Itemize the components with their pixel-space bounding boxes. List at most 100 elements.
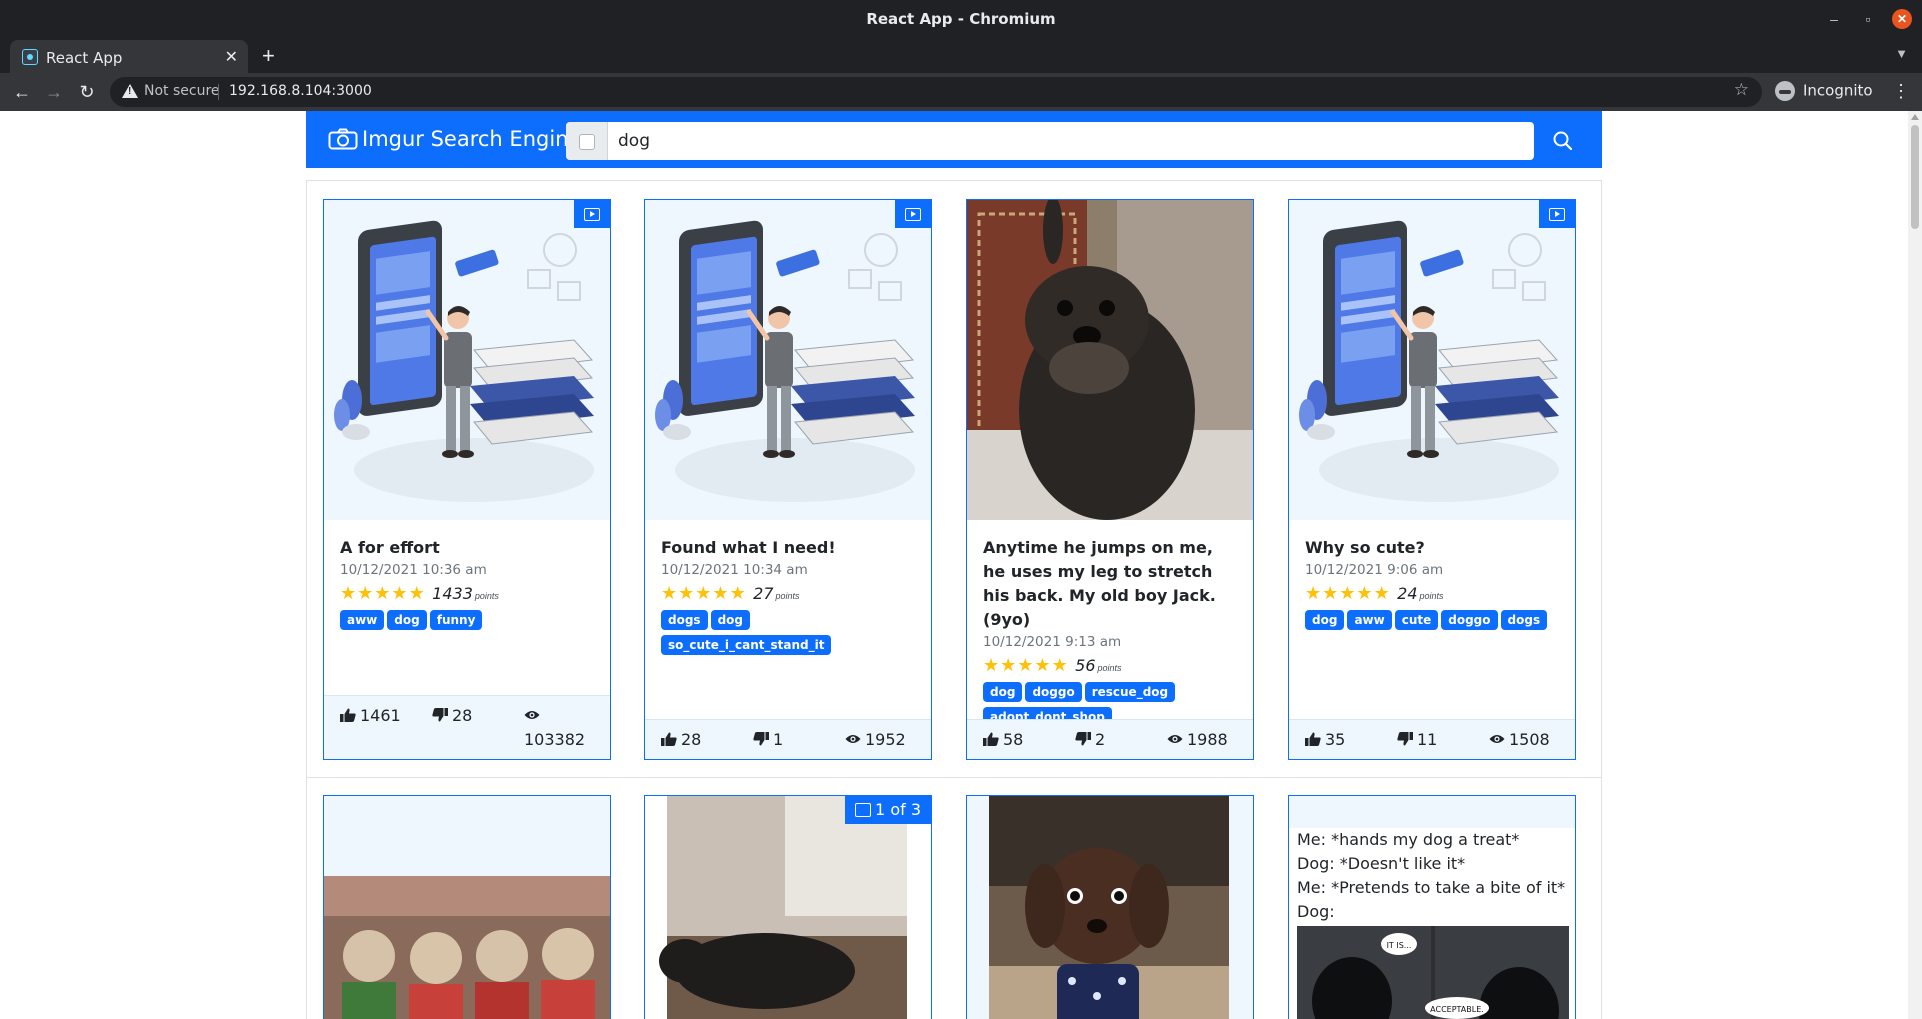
thumbs-down-icon <box>1397 732 1413 746</box>
card-media[interactable] <box>324 796 610 1019</box>
star-icon: ★ <box>1034 655 1051 675</box>
tag-badge[interactable]: dog <box>983 682 1023 702</box>
new-tab-icon[interactable]: + <box>262 43 275 69</box>
tag-badge[interactable]: dogs <box>661 610 708 630</box>
points-value: 27 <box>753 584 774 603</box>
star-icon: ★ <box>1000 655 1017 675</box>
bookmark-star-icon[interactable]: ☆ <box>1734 81 1749 99</box>
tab-title: React App <box>46 49 123 67</box>
video-icon <box>1539 200 1575 228</box>
page-scrollbar[interactable] <box>1908 111 1922 1019</box>
results-container: A for effort 10/12/2021 10:36 am ★★★★★ 1… <box>306 180 1602 1019</box>
reload-icon[interactable]: ↻ <box>76 81 98 103</box>
tag-badge[interactable]: so_cute_i_cant_stand_it <box>661 635 832 655</box>
card-media[interactable]: 1 of 3 <box>645 796 931 1019</box>
maximize-icon[interactable]: ▫ <box>1858 9 1878 29</box>
card-media[interactable]: Me: *hands my dog a treat* Dog: *Doesn't… <box>1289 796 1575 1019</box>
vader-comic-image: IT IS... ACCEPTABLE. <box>1297 926 1569 1019</box>
scroll-up-icon[interactable] <box>1911 114 1919 120</box>
result-card[interactable]: Anytime he jumps on me, he uses my leg t… <box>966 199 1254 760</box>
card-body: Found what I need! 10/12/2021 10:34 am ★… <box>661 536 917 660</box>
points-label: points <box>775 591 800 601</box>
tag-badge[interactable]: aww <box>340 610 385 630</box>
tag-badge[interactable]: rescue_dog <box>1084 682 1176 702</box>
result-card[interactable]: Why so cute? 10/12/2021 9:06 am ★★★★★ 24… <box>1288 199 1576 760</box>
close-tab-icon[interactable]: ✕ <box>225 47 238 67</box>
placeholder-illustration <box>1289 200 1575 520</box>
search-option-checkbox[interactable] <box>579 134 595 150</box>
card-rating: ★★★★★ 24 points <box>1305 584 1561 604</box>
result-card[interactable] <box>323 795 611 1019</box>
card-title[interactable]: Why so cute? <box>1305 536 1561 560</box>
comic-bubble-text: IT IS... <box>1387 941 1412 950</box>
card-date: 10/12/2021 9:13 am <box>983 634 1122 650</box>
search-icon[interactable] <box>1548 126 1578 156</box>
star-icon: ★ <box>1322 583 1339 603</box>
pugs-photo <box>324 796 610 1019</box>
dog-photo <box>967 200 1253 520</box>
tab-search-icon[interactable]: ▼ <box>1895 46 1908 61</box>
downvotes: 11 <box>1397 730 1437 749</box>
card-media[interactable] <box>324 200 610 520</box>
views: 1952 <box>845 730 906 749</box>
star-icon: ★ <box>661 583 678 603</box>
browser-menu-icon[interactable]: ⋮ <box>1892 81 1910 102</box>
tag-badge[interactable]: dog <box>1305 610 1345 630</box>
warning-icon[interactable] <box>122 84 138 98</box>
card-title[interactable]: A for effort <box>340 536 596 560</box>
tag-badge[interactable]: aww <box>1347 610 1392 630</box>
comic-bubble-text: ACCEPTABLE. <box>1430 1005 1484 1014</box>
view-count: 1952 <box>865 730 906 749</box>
upvote-count: 58 <box>1003 730 1024 749</box>
minimize-icon[interactable]: – <box>1824 9 1844 29</box>
card-title[interactable]: Found what I need! <box>661 536 917 560</box>
card-body: Why so cute? 10/12/2021 9:06 am ★★★★★ 24… <box>1305 536 1561 635</box>
forward-icon[interactable]: → <box>43 81 65 103</box>
card-media[interactable] <box>1289 200 1575 520</box>
thumbs-down-icon <box>1075 732 1091 746</box>
result-card[interactable]: 1 of 3 <box>644 795 932 1019</box>
cat-photo <box>645 796 931 1019</box>
video-icon <box>574 200 610 228</box>
star-icon: ★ <box>1339 583 1356 603</box>
star-icon: ★ <box>712 583 729 603</box>
search-input[interactable] <box>618 122 1518 160</box>
card-media[interactable] <box>645 200 931 520</box>
view-count: 103382 <box>524 730 586 749</box>
card-media[interactable] <box>967 200 1253 520</box>
points-label: points <box>1419 591 1444 601</box>
tag-badge[interactable]: cute <box>1394 610 1439 630</box>
tag-badge[interactable]: dog <box>710 610 751 630</box>
eye-icon <box>845 735 861 743</box>
result-card[interactable]: A for effort 10/12/2021 10:36 am ★★★★★ 1… <box>323 199 611 760</box>
card-footer: 1461 28 103382 <box>324 695 610 759</box>
tag-badge[interactable]: dog <box>387 610 427 630</box>
card-date: 10/12/2021 10:34 am <box>661 562 808 578</box>
tag-badge[interactable]: doggo <box>1025 682 1082 702</box>
result-card[interactable] <box>966 795 1254 1019</box>
security-label[interactable]: Not secure <box>144 83 220 99</box>
star-icon: ★ <box>391 583 408 603</box>
tag-badge[interactable]: dogs <box>1500 610 1548 630</box>
card-title[interactable]: Anytime he jumps on me, he uses my leg t… <box>983 536 1239 632</box>
close-window-icon[interactable]: ✕ <box>1892 9 1912 29</box>
app-brand[interactable]: Imgur Search Engine <box>328 127 581 151</box>
tab-react-app[interactable]: React App ✕ <box>10 40 248 73</box>
search-group <box>566 122 1534 160</box>
address-bar[interactable]: Not secure 192.168.8.104:3000 ☆ <box>110 77 1762 107</box>
card-media[interactable] <box>967 796 1253 1019</box>
result-card[interactable]: Me: *hands my dog a treat* Dog: *Doesn't… <box>1288 795 1576 1019</box>
star-icon: ★ <box>1373 583 1390 603</box>
scrollbar-thumb[interactable] <box>1911 125 1919 229</box>
incognito-indicator[interactable]: Incognito <box>1775 81 1873 101</box>
star-icon: ★ <box>729 583 746 603</box>
placeholder-illustration <box>324 200 610 520</box>
incognito-icon <box>1775 81 1795 101</box>
upvotes: 28 <box>661 730 701 749</box>
result-card[interactable]: Found what I need! 10/12/2021 10:34 am ★… <box>644 199 932 760</box>
url-text[interactable]: 192.168.8.104:3000 <box>229 83 372 99</box>
thumbs-up-icon <box>1305 732 1321 746</box>
tag-badge[interactable]: doggo <box>1441 610 1498 630</box>
tag-badge[interactable]: funny <box>429 610 483 630</box>
back-icon[interactable]: ← <box>11 81 33 103</box>
